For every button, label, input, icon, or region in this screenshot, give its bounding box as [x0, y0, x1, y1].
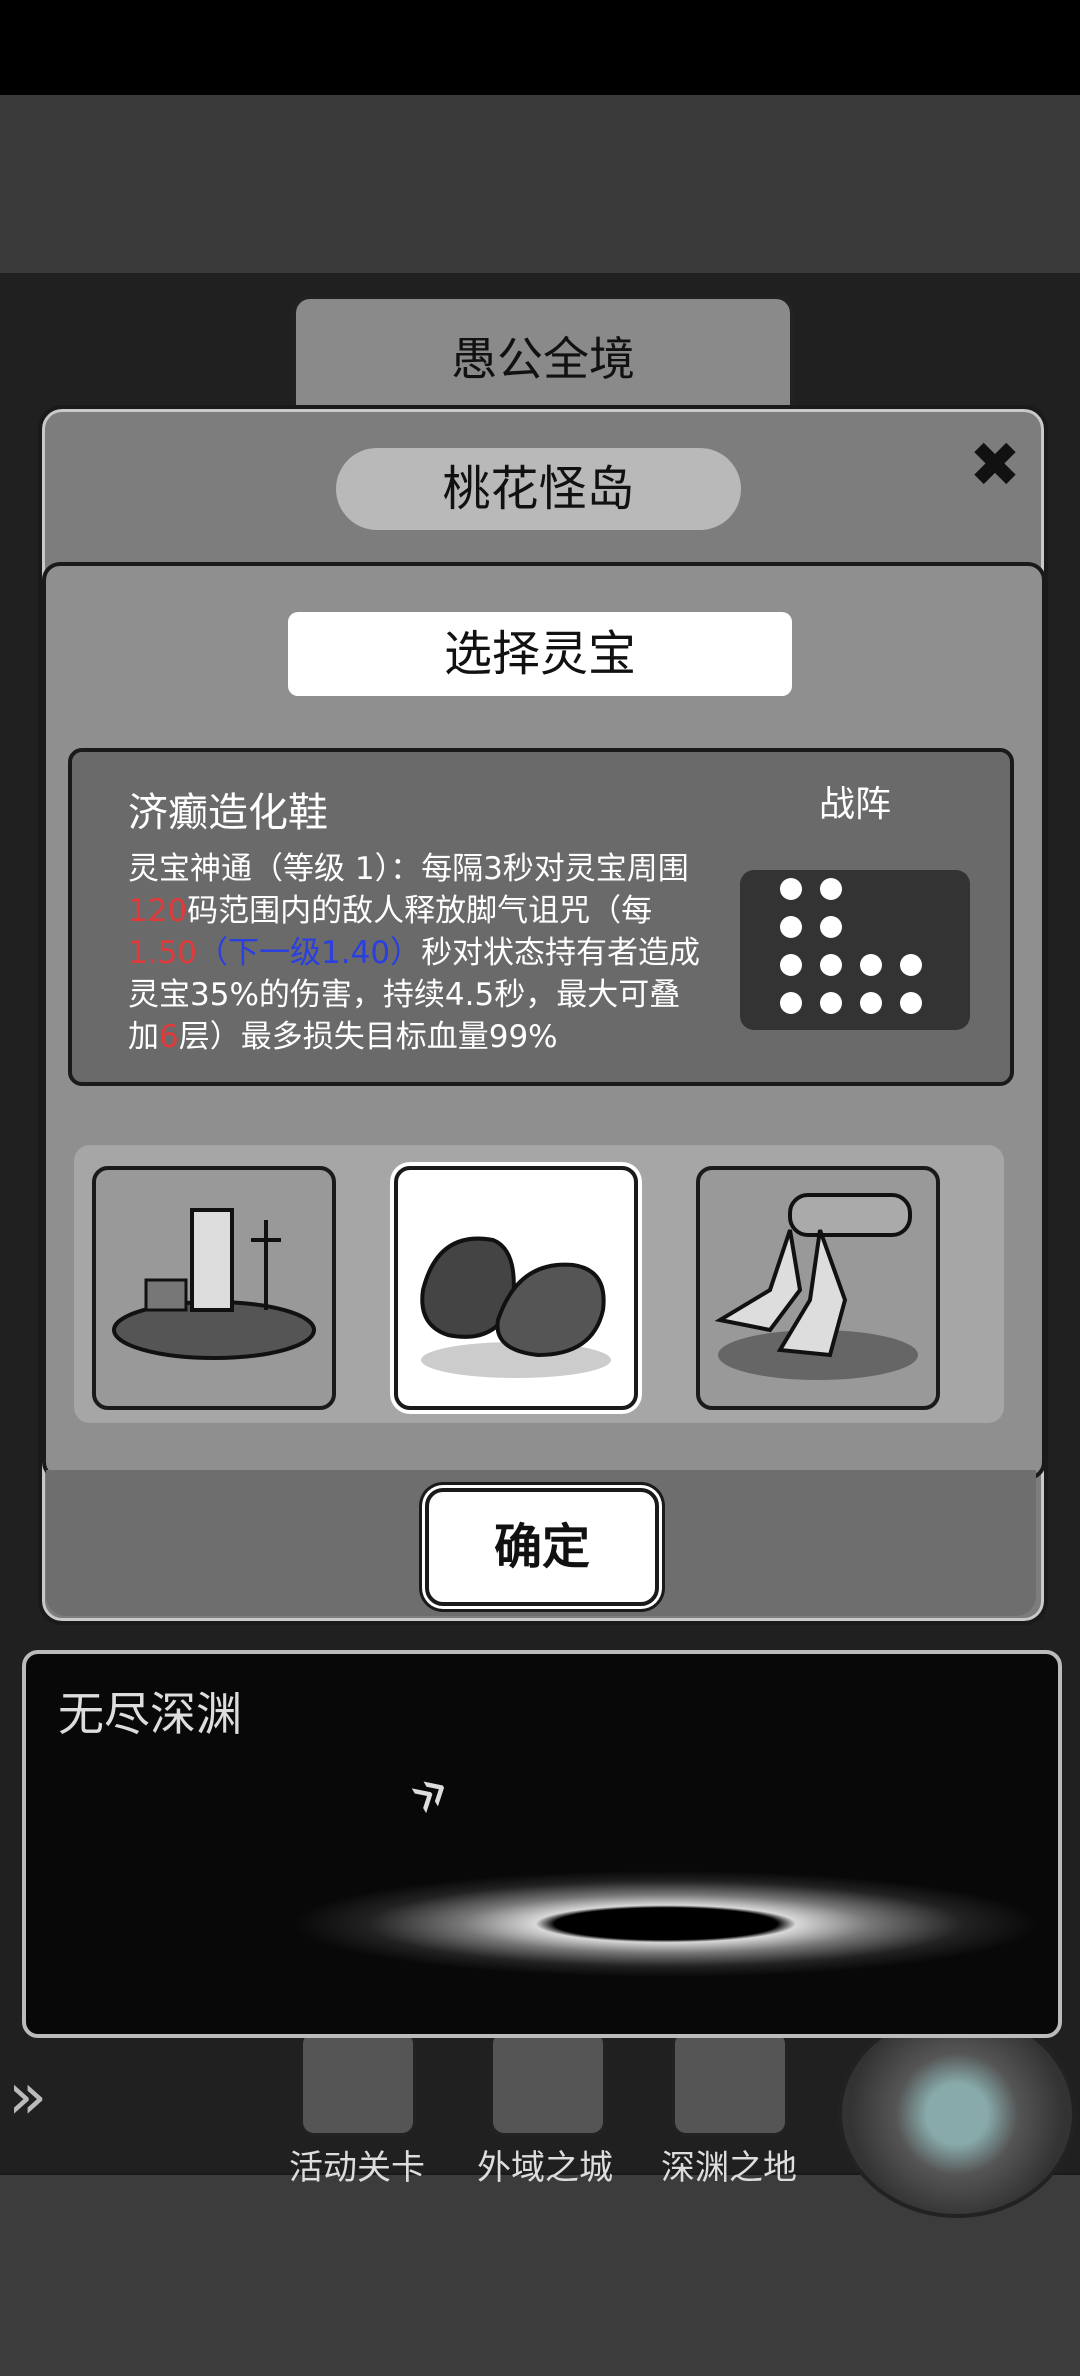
nav-item-outer-city[interactable]: 外域之城 — [460, 2140, 630, 2189]
formation-dot — [820, 954, 842, 976]
stack-value: 6 — [159, 1019, 179, 1055]
formation-dot — [780, 992, 802, 1014]
formation-dot — [820, 878, 842, 900]
formation-dot — [780, 878, 802, 900]
treasure-name: 济癫造化鞋 — [128, 790, 328, 836]
desc-part-4: 层）最多损失目标血量99% — [178, 1019, 558, 1055]
range-value: 120 — [128, 893, 188, 929]
nav-item-abyss-land[interactable]: 深渊之地 — [644, 2140, 814, 2189]
formation-dot — [780, 916, 802, 938]
top-banner — [0, 95, 1080, 276]
region-tab[interactable]: 愚公全境 — [292, 295, 794, 423]
ship-icon — [112, 1208, 316, 1360]
well-icon[interactable] — [672, 2030, 788, 2136]
formation-dot — [820, 992, 842, 1014]
mech-legs-icon — [714, 1193, 918, 1380]
abyss-title: 无尽深渊 — [58, 1687, 242, 1741]
nav-item-activity[interactable]: 活动关卡 — [272, 2140, 442, 2189]
desc-part-2: 码范围内的敌人释放脚气诅咒（每 — [187, 893, 653, 929]
treasure-slot-2[interactable] — [394, 1166, 638, 1410]
formation-dot — [820, 916, 842, 938]
tower-icon[interactable] — [490, 2030, 606, 2136]
formation-label: 战阵 — [818, 784, 891, 825]
treasure-slot-1[interactable] — [92, 1166, 336, 1410]
formation-dot — [900, 992, 922, 1014]
next-level-text: （下一级1.40） — [197, 935, 422, 971]
formation-grid — [740, 870, 970, 1030]
confirm-button[interactable]: 确定 — [425, 1488, 659, 1606]
status-bar — [0, 0, 1080, 95]
select-treasure-heading: 选择灵宝 — [288, 612, 792, 696]
castle-icon[interactable] — [300, 2030, 416, 2136]
formation-dot — [900, 954, 922, 976]
dialog-title: 桃花怪岛 — [336, 448, 741, 530]
formation-dot — [860, 992, 882, 1014]
shoes-icon — [420, 1236, 611, 1378]
interval-value: 1.50 — [128, 935, 198, 971]
close-icon[interactable]: ✖ — [962, 432, 1028, 498]
formation-dot — [780, 954, 802, 976]
double-chevron-right-icon[interactable]: » — [8, 2060, 47, 2134]
formation-dot — [860, 954, 882, 976]
treasure-slot-3[interactable] — [696, 1166, 940, 1410]
treasure-description: 灵宝神通（等级 1）：每隔3秒对灵宝周围 120码范围内的敌人释放脚气诅咒（每 1.… — [128, 848, 708, 1076]
desc-part-1: 灵宝神通（等级 1）：每隔3秒对灵宝周围 — [128, 851, 689, 887]
portal-icon[interactable] — [838, 2010, 1076, 2218]
